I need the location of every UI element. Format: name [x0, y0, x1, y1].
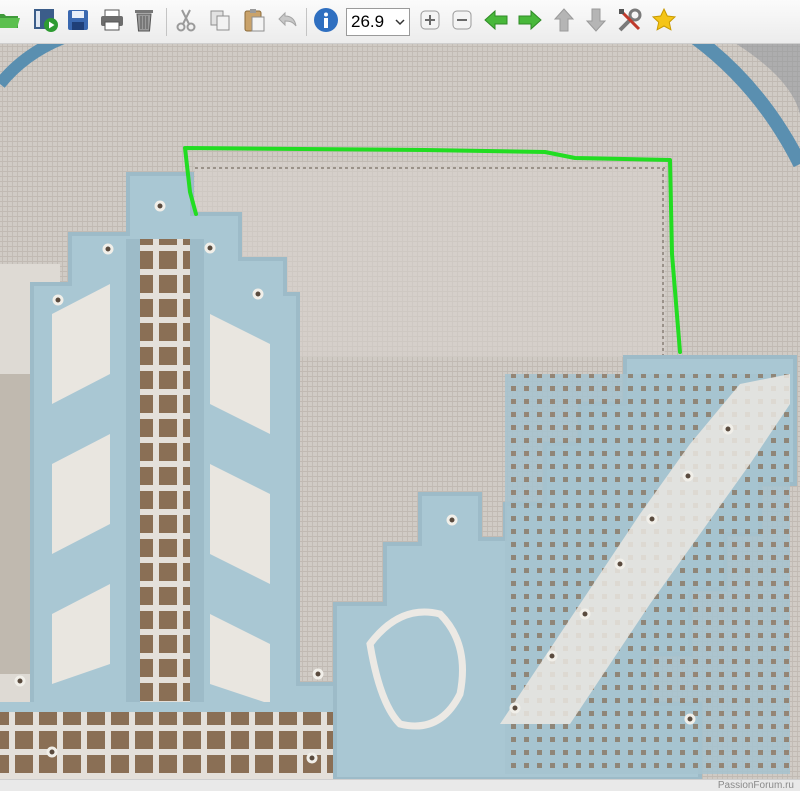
paste-clipboard-icon	[242, 7, 266, 38]
next-button[interactable]	[514, 6, 546, 38]
chevron-down-icon	[395, 15, 405, 29]
tools-button[interactable]	[614, 6, 646, 38]
arrow-right-icon	[517, 9, 543, 36]
paste-button[interactable]	[238, 6, 270, 38]
arrow-left-icon	[483, 9, 509, 36]
open-folder-button[interactable]	[0, 6, 24, 38]
toolbar: 26.9	[0, 0, 800, 44]
info-button[interactable]	[310, 6, 342, 38]
delete-button[interactable]	[128, 6, 160, 38]
undo-arrow-icon	[276, 8, 300, 37]
trash-icon	[133, 7, 155, 38]
tools-icon	[617, 7, 643, 38]
status-bar	[0, 779, 800, 791]
zoom-out-button[interactable]	[446, 6, 478, 38]
zoom-select[interactable]: 26.9	[346, 8, 410, 36]
slideshow-icon	[32, 7, 60, 38]
star-icon	[651, 7, 677, 38]
copy-icon	[208, 8, 232, 37]
save-disk-icon	[66, 8, 90, 37]
printer-icon	[99, 8, 125, 37]
copy-button[interactable]	[204, 6, 236, 38]
folder-open-icon	[0, 9, 21, 36]
move-up-button[interactable]	[548, 6, 580, 38]
slideshow-button[interactable]	[30, 6, 62, 38]
minus-icon	[451, 9, 473, 36]
toolbar-separator	[306, 8, 307, 36]
arrow-up-icon	[553, 7, 575, 38]
undo-button[interactable]	[272, 6, 304, 38]
embroidery-photo	[0, 44, 800, 779]
info-icon	[313, 7, 339, 38]
favorite-button[interactable]	[648, 6, 680, 38]
save-button[interactable]	[62, 6, 94, 38]
zoom-value: 26.9	[351, 12, 385, 31]
plus-icon	[419, 9, 441, 36]
cut-button[interactable]	[170, 6, 202, 38]
arrow-down-icon	[585, 7, 607, 38]
toolbar-separator	[166, 8, 167, 36]
print-button[interactable]	[96, 6, 128, 38]
zoom-in-button[interactable]	[414, 6, 446, 38]
move-down-button[interactable]	[580, 6, 612, 38]
watermark: PassionForum.ru	[717, 780, 794, 791]
previous-button[interactable]	[480, 6, 512, 38]
image-viewer[interactable]	[0, 44, 800, 779]
scissors-icon	[175, 8, 197, 37]
